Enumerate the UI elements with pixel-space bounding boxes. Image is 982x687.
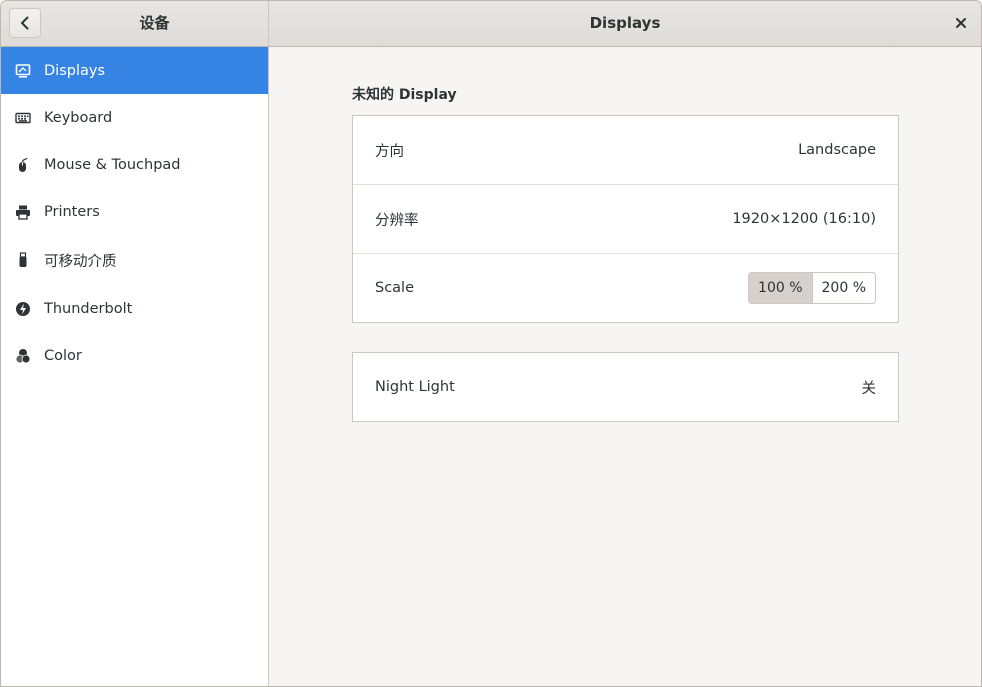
sidebar-item-label: Displays bbox=[44, 62, 106, 79]
back-button[interactable] bbox=[9, 8, 41, 38]
sidebar-item-label: 可移动介质 bbox=[44, 253, 117, 270]
resolution-value: 1920×1200 (16:10) bbox=[732, 211, 876, 227]
sidebar-item-mouse-touchpad[interactable]: Mouse & Touchpad bbox=[1, 141, 268, 188]
close-icon bbox=[956, 18, 966, 28]
sidebar-item-thunderbolt[interactable]: Thunderbolt bbox=[1, 285, 268, 332]
night-light-label: Night Light bbox=[375, 379, 455, 395]
display-icon bbox=[15, 63, 31, 79]
close-button[interactable] bbox=[951, 13, 971, 33]
thunderbolt-icon bbox=[15, 301, 31, 317]
main-content: 未知的 Display 方向 Landscape 分辨率 1920×1200 (… bbox=[269, 47, 981, 686]
scale-label: Scale bbox=[375, 280, 415, 296]
sidebar-item-displays[interactable]: Displays bbox=[1, 47, 268, 94]
sidebar-item-label: Keyboard bbox=[44, 109, 113, 126]
night-light-value: 关 bbox=[861, 380, 877, 397]
night-light-list: Night Light 关 bbox=[352, 352, 899, 422]
scale-toggle-group: 100 % 200 % bbox=[748, 272, 876, 304]
keyboard-icon bbox=[15, 110, 31, 126]
scale-100-button[interactable]: 100 % bbox=[748, 272, 813, 304]
chevron-left-icon bbox=[21, 16, 29, 30]
night-light-row[interactable]: Night Light 关 bbox=[353, 353, 898, 421]
page-title: Displays bbox=[589, 14, 661, 32]
header-bar: 设备 Displays bbox=[1, 1, 981, 47]
resolution-row[interactable]: 分辨率 1920×1200 (16:10) bbox=[353, 185, 898, 254]
sidebar-item-label: Thunderbolt bbox=[44, 300, 133, 317]
settings-window: 设备 Displays Displays Keyboard Mouse & To… bbox=[0, 0, 982, 687]
sidebar-item-keyboard[interactable]: Keyboard bbox=[1, 94, 268, 141]
sidebar-item-label: Color bbox=[44, 347, 82, 364]
sidebar: Displays Keyboard Mouse & Touchpad Print… bbox=[1, 47, 269, 686]
resolution-label: 分辨率 bbox=[375, 212, 419, 229]
sidebar-item-label: Printers bbox=[44, 203, 100, 220]
scale-200-button[interactable]: 200 % bbox=[812, 272, 876, 304]
sidebar-item-printers[interactable]: Printers bbox=[1, 188, 268, 235]
sidebar-item-removable-media[interactable]: 可移动介质 bbox=[1, 235, 268, 285]
sidebar-title: 设备 bbox=[139, 14, 170, 32]
color-icon bbox=[15, 348, 31, 364]
sidebar-item-label: Mouse & Touchpad bbox=[44, 156, 181, 173]
orientation-label: 方向 bbox=[375, 143, 404, 160]
sidebar-header: 设备 bbox=[1, 1, 269, 46]
sidebar-item-color[interactable]: Color bbox=[1, 332, 268, 379]
display-section-title: 未知的 Display bbox=[352, 87, 457, 103]
mouse-icon bbox=[15, 157, 31, 173]
orientation-value: Landscape bbox=[798, 142, 876, 158]
printer-icon bbox=[15, 204, 31, 220]
scale-row: Scale 100 % 200 % bbox=[353, 254, 898, 322]
display-settings-list: 方向 Landscape 分辨率 1920×1200 (16:10) Scale… bbox=[352, 115, 899, 323]
removable-media-icon bbox=[15, 252, 31, 268]
orientation-row[interactable]: 方向 Landscape bbox=[353, 116, 898, 185]
